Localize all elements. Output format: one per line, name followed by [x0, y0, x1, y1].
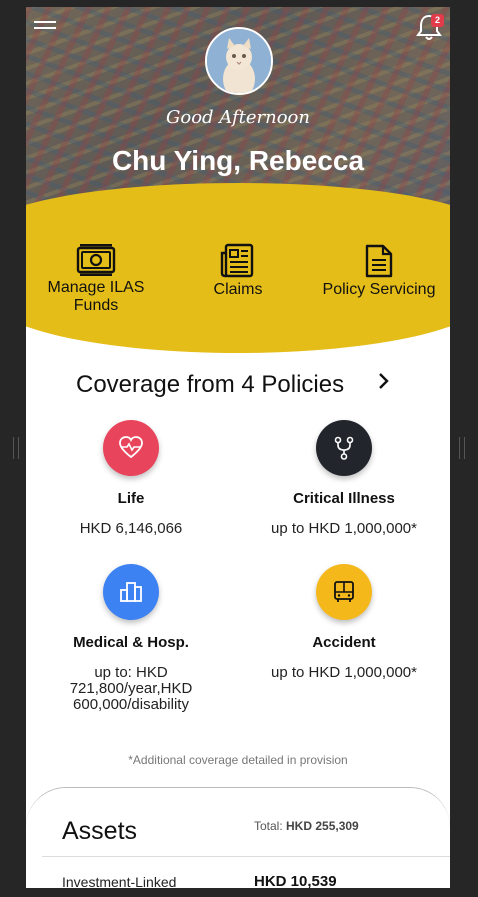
coverage-amount: HKD 6,146,066	[79, 520, 183, 537]
assets-total-value: HKD 255,309	[286, 819, 359, 833]
coverage-footnote: *Additional coverage detailed in provisi…	[128, 753, 348, 767]
manage-ilas-funds-button[interactable]: Manage ILAS Funds	[31, 243, 161, 315]
assets-total: Total: HKD 255,309	[254, 819, 359, 833]
coverage-item-medical[interactable]: Medical & Hosp. up to: HKD 721,800/year,…	[31, 564, 231, 713]
coverage-amount: up to HKD 1,000,000*	[271, 664, 417, 681]
bus-icon	[334, 581, 354, 602]
app-screen: 2 Good Afternoon Chu Ying, Rebecca Manag…	[26, 7, 450, 888]
critical-illness-icon-circle	[316, 420, 372, 476]
left-resize-handle[interactable]	[13, 437, 19, 459]
device-frame: 2 Good Afternoon Chu Ying, Rebecca Manag…	[0, 0, 478, 897]
coverage-amount: up to HKD 1,000,000*	[271, 520, 417, 537]
money-bill-icon	[76, 244, 116, 276]
coverage-name: Accident	[312, 634, 376, 651]
document-icon	[365, 244, 393, 278]
hamburger-menu-icon[interactable]	[34, 18, 56, 36]
manage-ilas-funds-label: Manage ILAS Funds	[47, 279, 145, 314]
assets-total-label: Total:	[254, 819, 287, 833]
asset-row-label[interactable]: Investment-Linked	[62, 874, 176, 888]
newspaper-icon	[220, 243, 254, 278]
coverage-name: Medical & Hosp.	[73, 634, 189, 651]
building-icon	[120, 582, 142, 602]
medical-icon-circle	[103, 564, 159, 620]
notification-bell-button[interactable]: 2	[415, 12, 445, 44]
coverage-item-accident[interactable]: Accident up to HKD 1,000,000*	[244, 564, 444, 681]
coverage-name: Critical Illness	[293, 490, 395, 507]
stethoscope-icon	[334, 436, 354, 460]
coverage-name: Life	[117, 490, 145, 507]
chevron-right-icon[interactable]	[376, 371, 392, 391]
cat-photo	[207, 29, 271, 93]
policy-servicing-label: Policy Servicing	[322, 281, 436, 298]
claims-button[interactable]: Claims	[173, 243, 303, 299]
right-resize-handle[interactable]	[459, 437, 465, 459]
asset-row-value[interactable]: HKD 10,539	[254, 873, 337, 888]
avatar[interactable]	[205, 27, 273, 95]
accident-icon-circle	[316, 564, 372, 620]
heartbeat-icon	[119, 436, 143, 459]
claims-label: Claims	[213, 281, 263, 298]
policy-servicing-button[interactable]: Policy Servicing	[314, 243, 444, 299]
assets-title: Assets	[62, 817, 138, 845]
user-name: Chu Ying, Rebecca	[111, 145, 365, 176]
greeting-text: Good Afternoon	[166, 107, 310, 128]
coverage-amount: up to: HKD 721,800/year,HKD 600,000/disa…	[69, 664, 193, 713]
coverage-title[interactable]: Coverage from 4 Policies	[76, 371, 344, 399]
life-icon-circle	[103, 420, 159, 476]
coverage-item-life[interactable]: Life HKD 6,146,066	[31, 420, 231, 537]
coverage-item-critical-illness[interactable]: Critical Illness up to HKD 1,000,000*	[244, 420, 444, 537]
notification-count-badge: 2	[431, 14, 444, 27]
divider	[42, 856, 450, 857]
